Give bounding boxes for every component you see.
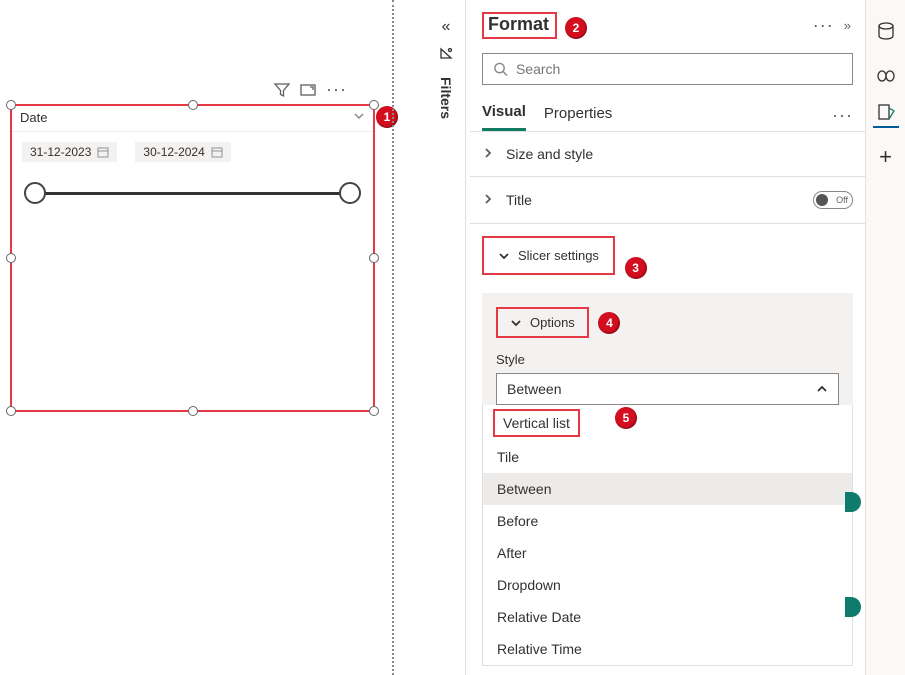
style-value: Between	[507, 381, 561, 397]
section-slicer-settings[interactable]: Slicer settings	[482, 236, 615, 275]
focus-mode-icon[interactable]	[300, 82, 316, 101]
more-icon[interactable]: ···	[326, 82, 347, 101]
add-icon[interactable]: +	[873, 144, 899, 170]
annotation-1: 1	[376, 106, 398, 128]
visual-header-toolbar: ···	[274, 82, 347, 101]
pane-title: Format	[488, 14, 549, 34]
style-option-between[interactable]: Between	[483, 473, 852, 505]
filters-pane-collapsed: « Filters	[432, 18, 460, 119]
title-toggle[interactable]: Off	[813, 191, 853, 209]
slicer-date-fields: 31-12-2023 30-12-2024	[12, 132, 373, 172]
toggle-peek	[845, 492, 861, 512]
resize-handle-bottom-right[interactable]	[369, 406, 379, 416]
style-option-dropdown[interactable]: Dropdown	[483, 569, 852, 601]
search-input[interactable]	[516, 61, 842, 77]
report-canvas: ··· Date 31-12-2023 30-12-2024	[0, 0, 395, 675]
chevron-up-icon	[816, 383, 828, 395]
data-icon[interactable]	[873, 18, 899, 44]
chevron-right-icon	[482, 192, 496, 208]
resize-handle-bottom-left[interactable]	[6, 406, 16, 416]
resize-handle-top-right[interactable]	[369, 100, 379, 110]
slider-track	[34, 192, 351, 195]
style-option-after[interactable]: After	[483, 537, 852, 569]
chevron-down-icon	[510, 317, 522, 329]
format-pane: Format ··· » 2 Visual Properties ··· Siz…	[470, 0, 865, 675]
right-icon-rail: +	[865, 0, 905, 675]
style-option-vertical-list[interactable]: Vertical list	[493, 409, 580, 437]
options-label: Options	[530, 315, 575, 330]
date-end-value: 30-12-2024	[143, 145, 204, 159]
chevron-down-icon[interactable]	[353, 110, 365, 125]
section-label-slicer: Slicer settings	[518, 248, 599, 263]
chevron-right-icon	[482, 146, 496, 162]
funnel-icon[interactable]	[274, 82, 290, 101]
annotation-2: 2	[565, 17, 587, 39]
filters-border	[465, 0, 466, 675]
style-dropdown-menu: Vertical list 5 Tile Between Before Afte…	[482, 405, 853, 666]
options-header[interactable]: Options	[496, 307, 589, 338]
slider-thumb-end[interactable]	[339, 182, 361, 204]
date-start-field[interactable]: 31-12-2023	[22, 142, 117, 162]
format-icon[interactable]	[873, 102, 899, 128]
canvas-divider	[392, 0, 394, 675]
options-card: Options 4 Style Between	[482, 293, 853, 405]
pane-tabs: Visual Properties ···	[470, 99, 865, 131]
collapse-left-icon[interactable]: «	[442, 18, 451, 36]
style-option-before[interactable]: Before	[483, 505, 852, 537]
resize-handle-bottom-center[interactable]	[188, 406, 198, 416]
search-box[interactable]	[482, 53, 853, 85]
resize-handle-top-left[interactable]	[6, 100, 16, 110]
date-start-value: 31-12-2023	[30, 145, 91, 159]
tabs-more-icon[interactable]: ···	[832, 105, 853, 126]
filters-icon[interactable]	[438, 46, 454, 65]
style-option-tile[interactable]: Tile	[483, 441, 852, 473]
search-icon	[493, 61, 508, 77]
resize-handle-top-center[interactable]	[188, 100, 198, 110]
resize-handle-middle-right[interactable]	[369, 253, 379, 263]
filters-label[interactable]: Filters	[438, 75, 454, 119]
tab-properties[interactable]: Properties	[544, 101, 612, 130]
style-option-relative-time[interactable]: Relative Time	[483, 633, 852, 665]
date-end-field[interactable]: 30-12-2024	[135, 142, 230, 162]
calendar-icon	[97, 146, 109, 158]
pane-title-box: Format	[482, 12, 557, 39]
calendar-icon	[211, 146, 223, 158]
section-label-title: Title	[506, 192, 532, 208]
slider-thumb-start[interactable]	[24, 182, 46, 204]
expand-right-icon[interactable]: »	[844, 18, 851, 33]
section-label-size: Size and style	[506, 146, 593, 162]
annotation-3: 3	[625, 257, 647, 279]
style-select[interactable]: Between	[496, 373, 839, 405]
style-option-relative-date[interactable]: Relative Date	[483, 601, 852, 633]
tab-visual[interactable]: Visual	[482, 99, 526, 131]
toggle-peek	[845, 597, 861, 617]
style-label: Style	[496, 352, 839, 367]
section-title[interactable]: Title Off	[470, 176, 865, 223]
slicer-title-text: Date	[20, 110, 47, 125]
slicer-visual[interactable]: Date 31-12-2023 30-12-2024	[10, 104, 375, 412]
annotation-4: 4	[598, 312, 620, 334]
section-size-and-style[interactable]: Size and style	[470, 131, 865, 176]
section-slicer-settings-row: Slicer settings 3	[470, 223, 865, 289]
visualizations-icon[interactable]	[873, 60, 899, 86]
pane-more-icon[interactable]: ···	[813, 15, 834, 36]
resize-handle-middle-left[interactable]	[6, 253, 16, 263]
annotation-5: 5	[615, 407, 637, 429]
pane-header: Format ··· »	[470, 0, 865, 49]
date-range-slider[interactable]	[24, 182, 361, 206]
chevron-down-icon	[498, 250, 510, 262]
